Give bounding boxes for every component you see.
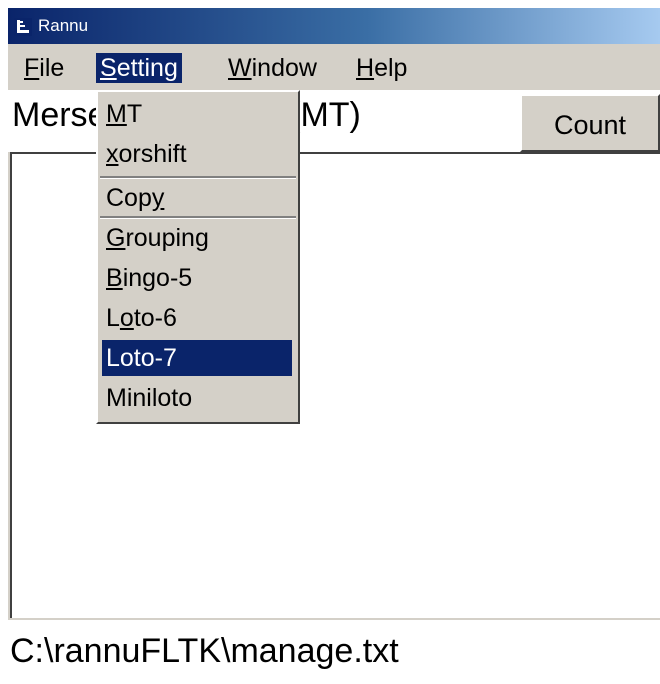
loto6-mnemonic: o <box>119 304 134 332</box>
xorshift-post: orshift <box>118 140 187 168</box>
menu-item-loto-6[interactable]: Loto-6 <box>102 300 292 336</box>
title-bar[interactable]: Rannu <box>8 8 660 44</box>
grouping-mnemonic: G <box>106 224 126 252</box>
menu-item-grouping[interactable]: Grouping <box>102 220 292 256</box>
menu-help-label: elp <box>374 54 408 82</box>
mt-mnemonic: M <box>106 100 127 128</box>
setting-dropdown-menu: MT xorshift Copy Grouping Bingo-5 Loto-6… <box>96 90 300 424</box>
loto6-post: to-6 <box>133 304 177 332</box>
copy-pre: Cop <box>106 184 152 212</box>
status-bar: C:\rannuFLTK\manage.txt <box>8 620 660 684</box>
menu-file-mnemonic: F <box>24 54 40 82</box>
file-path: C:\rannuFLTK\manage.txt <box>10 632 399 670</box>
count-button[interactable]: Count <box>520 94 660 152</box>
menu-item-copy[interactable]: Copy <box>102 180 292 216</box>
menu-help[interactable]: Help <box>352 53 411 83</box>
menu-bar: File Setting Window Help <box>8 46 660 90</box>
grouping-post: rouping <box>125 224 209 252</box>
menu-separator <box>100 176 296 179</box>
menu-setting-mnemonic: S <box>100 54 117 82</box>
window-title: Rannu <box>38 16 89 35</box>
menu-item-mt[interactable]: MT <box>102 96 292 132</box>
app-icon <box>14 18 32 36</box>
menu-item-loto-7[interactable]: Loto-7 <box>102 340 292 376</box>
loto6-pre: L <box>106 304 120 332</box>
menu-setting-label: etting <box>116 54 178 82</box>
loto7-label: Loto-7 <box>106 344 177 372</box>
menu-window[interactable]: Window <box>224 53 321 83</box>
miniloto-label: Miniloto <box>106 384 193 412</box>
menu-window-mnemonic: W <box>228 54 252 82</box>
menu-item-bingo-5[interactable]: Bingo-5 <box>102 260 292 296</box>
menu-file-label: ile <box>39 54 65 82</box>
mt-post: T <box>126 100 143 128</box>
menu-window-label: indow <box>251 54 317 82</box>
menu-separator <box>100 216 296 219</box>
bingo-post: ingo-5 <box>122 264 193 292</box>
app-window: Rannu File Setting Window Help Mersenne … <box>8 8 660 684</box>
menu-file[interactable]: File <box>20 53 68 83</box>
bingo-mnemonic: B <box>106 264 123 292</box>
menu-help-mnemonic: H <box>356 54 375 82</box>
menu-item-xorshift[interactable]: xorshift <box>102 136 292 172</box>
menu-item-miniloto[interactable]: Miniloto <box>102 380 292 416</box>
xorshift-mnemonic: x <box>106 140 119 168</box>
menu-setting[interactable]: Setting <box>96 53 182 83</box>
copy-mnemonic: y <box>151 184 165 212</box>
